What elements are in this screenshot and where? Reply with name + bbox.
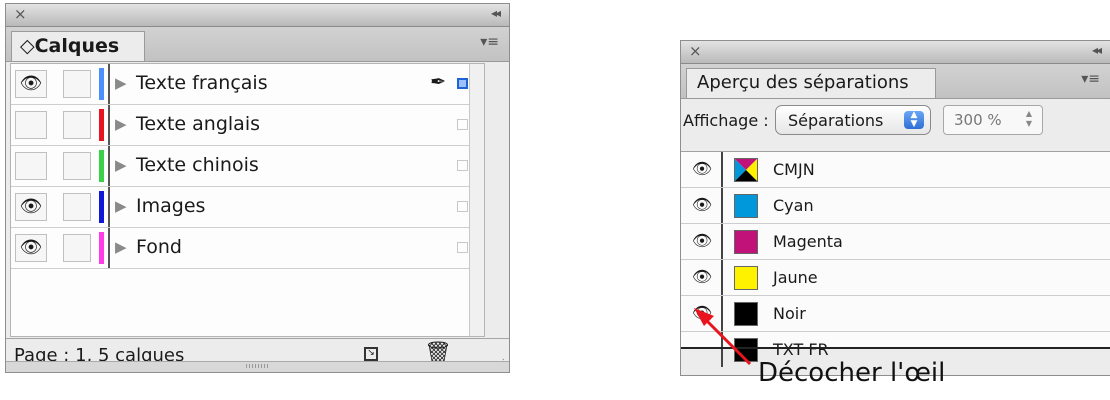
layers-panel: × ◂◂ ◇Calques ▾≡ 👁 ▶ Texte français ✒ ▶ … [5, 3, 510, 373]
expand-triangle-icon[interactable]: ▶ [115, 74, 127, 92]
divider [108, 105, 110, 145]
collapse-icon[interactable]: ◂◂ [491, 6, 501, 20]
separation-row[interactable]: 👁 Cyan [681, 188, 1110, 224]
expand-triangle-icon[interactable]: ▶ [115, 197, 127, 215]
lock-toggle[interactable] [63, 111, 91, 139]
eye-icon[interactable]: 👁 [15, 70, 47, 98]
close-icon[interactable]: × [14, 5, 27, 23]
divider [108, 146, 110, 186]
layers-tab-row: ◇Calques ▾≡ [6, 27, 509, 62]
layer-name[interactable]: Images [136, 195, 205, 217]
new-layer-icon[interactable]: ↘ [364, 347, 378, 361]
layer-row[interactable]: ▶ Texte chinois [11, 146, 484, 187]
layer-select-box[interactable] [457, 160, 468, 171]
eye-icon[interactable]: 👁 [689, 228, 715, 254]
separation-row[interactable]: 👁 Magenta [681, 224, 1110, 260]
layer-color-bar [99, 109, 104, 141]
layer-color-bar [99, 191, 104, 223]
lock-toggle[interactable] [63, 193, 91, 221]
zoom-stepper-icon[interactable]: ▲ ▼ [1022, 109, 1036, 131]
close-icon[interactable]: × [689, 42, 702, 60]
eye-icon[interactable]: 👁 [15, 234, 47, 262]
layer-name[interactable]: Texte chinois [136, 154, 259, 176]
layer-select-box[interactable] [457, 201, 468, 212]
zoom-field[interactable]: 300 % ▲ ▼ [943, 105, 1043, 135]
expand-triangle-icon[interactable]: ▶ [115, 238, 127, 256]
lock-toggle[interactable] [63, 152, 91, 180]
layer-name[interactable]: Fond [136, 236, 182, 258]
lock-toggle[interactable] [63, 234, 91, 262]
layer-color-bar [99, 68, 104, 100]
separations-titlebar: × ◂◂ [681, 41, 1110, 64]
layer-color-bar [99, 150, 104, 182]
display-select-value: Séparations [788, 111, 884, 130]
layer-row[interactable]: 👁 ▶ Images [11, 187, 484, 228]
cmyk-swatch-icon [734, 158, 758, 182]
divider [108, 228, 110, 268]
layers-titlebar: × ◂◂ [6, 4, 509, 27]
vertical-scrollbar[interactable] [469, 64, 484, 336]
display-label: Affichage : [683, 111, 769, 130]
layer-row[interactable]: ▶ Texte anglais [11, 105, 484, 146]
expand-triangle-icon[interactable]: ▶ [115, 156, 127, 174]
lock-toggle[interactable] [63, 70, 91, 98]
panel-menu-icon[interactable]: ▾≡ [1081, 71, 1100, 87]
layer-select-box[interactable] [457, 242, 468, 253]
annotation-arrow-icon [694, 308, 752, 366]
zoom-value: 300 % [954, 111, 1002, 129]
layer-row[interactable]: 👁 ▶ Texte français ✒ [11, 64, 484, 105]
separation-row[interactable]: 👁 CMJN [681, 152, 1110, 188]
eye-icon[interactable]: 👁 [689, 264, 715, 290]
eye-toggle-empty[interactable] [15, 111, 47, 139]
display-select[interactable]: Séparations ▲ ▼ [775, 105, 931, 135]
layer-color-bar [99, 232, 104, 264]
layer-select-box[interactable] [457, 119, 468, 130]
color-swatch [734, 194, 758, 218]
eye-toggle-empty[interactable] [15, 152, 47, 180]
select-arrows-icon: ▲ ▼ [904, 111, 924, 129]
separations-tab-row: Aperçu des séparations ▾≡ [681, 64, 1110, 99]
separation-name: Cyan [773, 196, 814, 215]
divider [721, 152, 723, 187]
layers-list: 👁 ▶ Texte français ✒ ▶ Texte anglais ▶ T… [10, 63, 485, 337]
separation-name: Noir [773, 304, 806, 323]
eye-icon[interactable]: 👁 [15, 193, 47, 221]
color-swatch [734, 266, 758, 290]
divider [108, 64, 110, 104]
pen-icon: ✒ [430, 71, 446, 93]
eye-icon[interactable]: 👁 [689, 192, 715, 218]
collapse-icon[interactable]: ◂◂ [1092, 43, 1102, 57]
separation-name: TXT FR [773, 340, 829, 359]
expand-triangle-icon[interactable]: ▶ [115, 115, 127, 133]
layer-name[interactable]: Texte français [136, 72, 268, 94]
panel-resize-bar[interactable]: ıııııııı [6, 361, 509, 372]
separation-name: CMJN [773, 160, 815, 179]
display-row: Affichage : Séparations ▲ ▼ 300 % ▲ ▼ [681, 99, 1110, 143]
divider [108, 187, 110, 227]
layer-select-box[interactable] [457, 78, 468, 89]
divider [721, 224, 723, 259]
separation-name: Magenta [773, 232, 843, 251]
tab-calques[interactable]: ◇Calques [11, 31, 145, 61]
tab-apercu-separations[interactable]: Aperçu des séparations [686, 68, 936, 98]
layer-name[interactable]: Texte anglais [136, 113, 260, 135]
divider [721, 188, 723, 223]
color-swatch [734, 230, 758, 254]
layer-row[interactable]: 👁 ▶ Fond [11, 228, 484, 269]
panel-menu-icon[interactable]: ▾≡ [480, 34, 499, 50]
annotation-caption: Décocher l'œil [758, 358, 946, 388]
eye-icon[interactable]: 👁 [689, 156, 715, 182]
separation-name: Jaune [773, 268, 818, 287]
